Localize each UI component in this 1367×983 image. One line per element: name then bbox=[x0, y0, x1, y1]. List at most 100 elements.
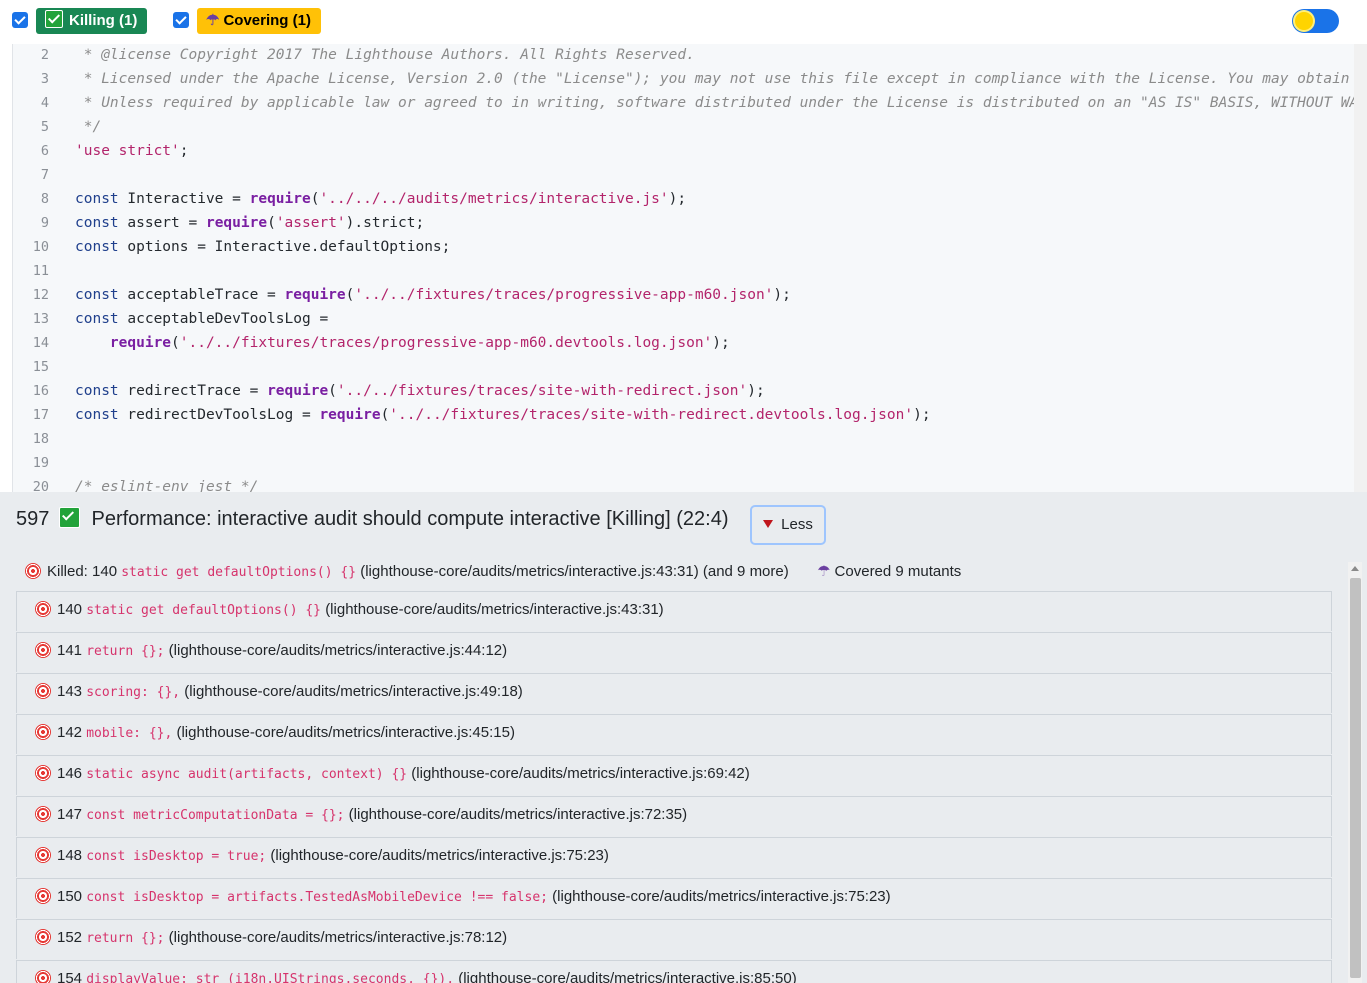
mutant-list-item[interactable]: 150 const isDesktop = artifacts.TestedAs… bbox=[16, 878, 1332, 918]
umbrella-icon: ☂ bbox=[817, 563, 831, 580]
line-source: 'use strict'; bbox=[75, 143, 189, 159]
target-icon bbox=[35, 806, 51, 822]
mutant-list-item[interactable]: 146 static async audit(artifacts, contex… bbox=[16, 755, 1332, 795]
mutant-code: scoring: {}, bbox=[86, 685, 181, 700]
mutant-text: 154 displayValue: str_(i18n.UIStrings.se… bbox=[35, 970, 797, 983]
killing-checkbox[interactable] bbox=[12, 12, 28, 28]
mutant-list-item[interactable]: 140 static get defaultOptions() {} (ligh… bbox=[16, 591, 1332, 631]
line-number: 18 bbox=[32, 431, 49, 447]
line-number: 3 bbox=[40, 71, 49, 87]
check-mark-icon bbox=[45, 10, 63, 28]
mutant-list-item[interactable]: 154 displayValue: str_(i18n.UIStrings.se… bbox=[16, 960, 1332, 983]
test-title: 597 Performance: interactive audit shoul… bbox=[16, 505, 728, 533]
line-number: 17 bbox=[32, 407, 49, 423]
covered-label: Covered 9 mutants bbox=[834, 563, 962, 580]
mutant-list-item[interactable]: 148 const isDesktop = true; (lighthouse-… bbox=[16, 837, 1332, 877]
mutant-code: mobile: {}, bbox=[86, 726, 173, 741]
mutant-location: (lighthouse-core/audits/metrics/interact… bbox=[168, 929, 508, 946]
umbrella-icon: ☂ bbox=[206, 12, 220, 29]
line-number: 5 bbox=[40, 119, 49, 135]
line-number: 14 bbox=[32, 335, 49, 351]
line-source: const assert = require('assert').strict; bbox=[75, 215, 425, 231]
triangle-down-icon bbox=[763, 520, 774, 528]
mutant-id: 140 bbox=[57, 601, 83, 618]
mutant-list-item[interactable]: 152 return {}; (lighthouse-core/audits/m… bbox=[16, 919, 1332, 959]
code-viewer: 2 * @license Copyright 2017 The Lighthou… bbox=[12, 44, 1354, 492]
line-number: 19 bbox=[32, 455, 49, 471]
mutant-location: (lighthouse-core/audits/metrics/interact… bbox=[458, 970, 797, 983]
line-number: 2 bbox=[40, 47, 49, 63]
killed-prefix: Killed: 140 bbox=[47, 563, 118, 580]
mutant-location: (lighthouse-core/audits/metrics/interact… bbox=[552, 888, 891, 905]
check-mark-icon bbox=[58, 507, 80, 528]
killing-badge[interactable]: Killing (1) bbox=[36, 8, 148, 34]
line-source: const acceptableTrace = require('../../f… bbox=[75, 287, 791, 303]
less-label: Less bbox=[781, 516, 813, 533]
line-source: * Unless required by applicable law or a… bbox=[75, 95, 1354, 111]
scroll-up-arrow-icon[interactable] bbox=[1351, 566, 1359, 571]
test-id: 597 bbox=[16, 508, 50, 530]
mutant-id: 143 bbox=[57, 683, 83, 700]
mutant-text: 140 static get defaultOptions() {} (ligh… bbox=[35, 601, 664, 618]
line-source: const acceptableDevToolsLog = bbox=[75, 311, 329, 327]
covering-badge[interactable]: ☂ Covering (1) bbox=[197, 8, 321, 34]
mutant-text: 143 scoring: {}, (lighthouse-core/audits… bbox=[35, 683, 523, 700]
line-number: 12 bbox=[32, 287, 49, 303]
line-source: const Interactive = require('../../../au… bbox=[75, 191, 687, 207]
mutant-id: 142 bbox=[57, 724, 83, 741]
mutant-text: 141 return {}; (lighthouse-core/audits/m… bbox=[35, 642, 507, 659]
mutant-location: (lighthouse-core/audits/metrics/interact… bbox=[270, 847, 609, 864]
killed-code: static get defaultOptions() {} bbox=[121, 565, 357, 580]
covering-label: Covering (1) bbox=[223, 12, 311, 29]
line-number: 8 bbox=[40, 191, 49, 207]
line-source: require('../../fixtures/traces/progressi… bbox=[109, 335, 730, 351]
target-icon bbox=[35, 683, 51, 699]
scrollbar-thumb[interactable] bbox=[1350, 578, 1361, 978]
killed-location: (lighthouse-core/audits/metrics/interact… bbox=[360, 563, 789, 580]
mutant-id: 146 bbox=[57, 765, 83, 782]
target-icon bbox=[35, 929, 51, 945]
mutant-code: return {}; bbox=[86, 644, 165, 659]
mutant-text: 147 const metricComputationData = {}; (l… bbox=[35, 806, 687, 823]
mutant-id: 147 bbox=[57, 806, 83, 823]
line-number: 20 bbox=[32, 479, 49, 492]
line-number: 7 bbox=[40, 167, 49, 183]
mutant-id: 152 bbox=[57, 929, 83, 946]
mutant-id: 154 bbox=[57, 970, 83, 983]
target-icon bbox=[35, 970, 51, 983]
filter-bar: Killing (1) ☂ Covering (1) bbox=[0, 0, 1367, 44]
mutant-list-item[interactable]: 141 return {}; (lighthouse-core/audits/m… bbox=[16, 632, 1332, 672]
mutant-text: 150 const isDesktop = artifacts.TestedAs… bbox=[35, 888, 891, 905]
killing-label: Killing (1) bbox=[69, 12, 138, 29]
mutant-list-scrollbar[interactable] bbox=[1348, 562, 1362, 983]
mutant-list-item[interactable]: 142 mobile: {}, (lighthouse-core/audits/… bbox=[16, 714, 1332, 754]
line-number: 6 bbox=[40, 143, 49, 159]
mutant-text: 152 return {}; (lighthouse-core/audits/m… bbox=[35, 929, 507, 946]
mutant-text: 142 mobile: {}, (lighthouse-core/audits/… bbox=[35, 724, 515, 741]
mutant-code: const metricComputationData = {}; bbox=[86, 808, 345, 823]
code-scrollbar[interactable] bbox=[1354, 44, 1367, 492]
theme-toggle[interactable] bbox=[1292, 9, 1339, 33]
mutant-location: (lighthouse-core/audits/metrics/interact… bbox=[411, 765, 750, 782]
mutant-summary: Killed: 140 static get defaultOptions() … bbox=[25, 562, 961, 580]
less-button[interactable]: Less bbox=[750, 505, 826, 545]
line-number: 13 bbox=[32, 311, 49, 327]
mutant-list: 140 static get defaultOptions() {} (ligh… bbox=[16, 591, 1334, 983]
covering-checkbox[interactable] bbox=[173, 12, 189, 28]
target-icon bbox=[35, 724, 51, 740]
line-number: 10 bbox=[32, 239, 49, 255]
line-source: */ bbox=[75, 119, 102, 135]
line-source: const options = Interactive.defaultOptio… bbox=[75, 239, 451, 255]
mutant-location: (lighthouse-core/audits/metrics/interact… bbox=[184, 683, 523, 700]
test-name: Performance: interactive audit should co… bbox=[91, 508, 729, 530]
mutant-list-item[interactable]: 143 scoring: {}, (lighthouse-core/audits… bbox=[16, 673, 1332, 713]
mutant-id: 150 bbox=[57, 888, 83, 905]
mutant-list-item[interactable]: 147 const metricComputationData = {}; (l… bbox=[16, 796, 1332, 836]
mutant-code: static get defaultOptions() {} bbox=[86, 603, 322, 618]
test-detail-panel: 597 Performance: interactive audit shoul… bbox=[0, 492, 1367, 983]
mutant-code: const isDesktop = artifacts.TestedAsMobi… bbox=[86, 890, 548, 905]
line-number: 16 bbox=[32, 383, 49, 399]
mutant-text: 146 static async audit(artifacts, contex… bbox=[35, 765, 750, 782]
target-icon bbox=[35, 642, 51, 658]
mutant-location: (lighthouse-core/audits/metrics/interact… bbox=[348, 806, 688, 823]
